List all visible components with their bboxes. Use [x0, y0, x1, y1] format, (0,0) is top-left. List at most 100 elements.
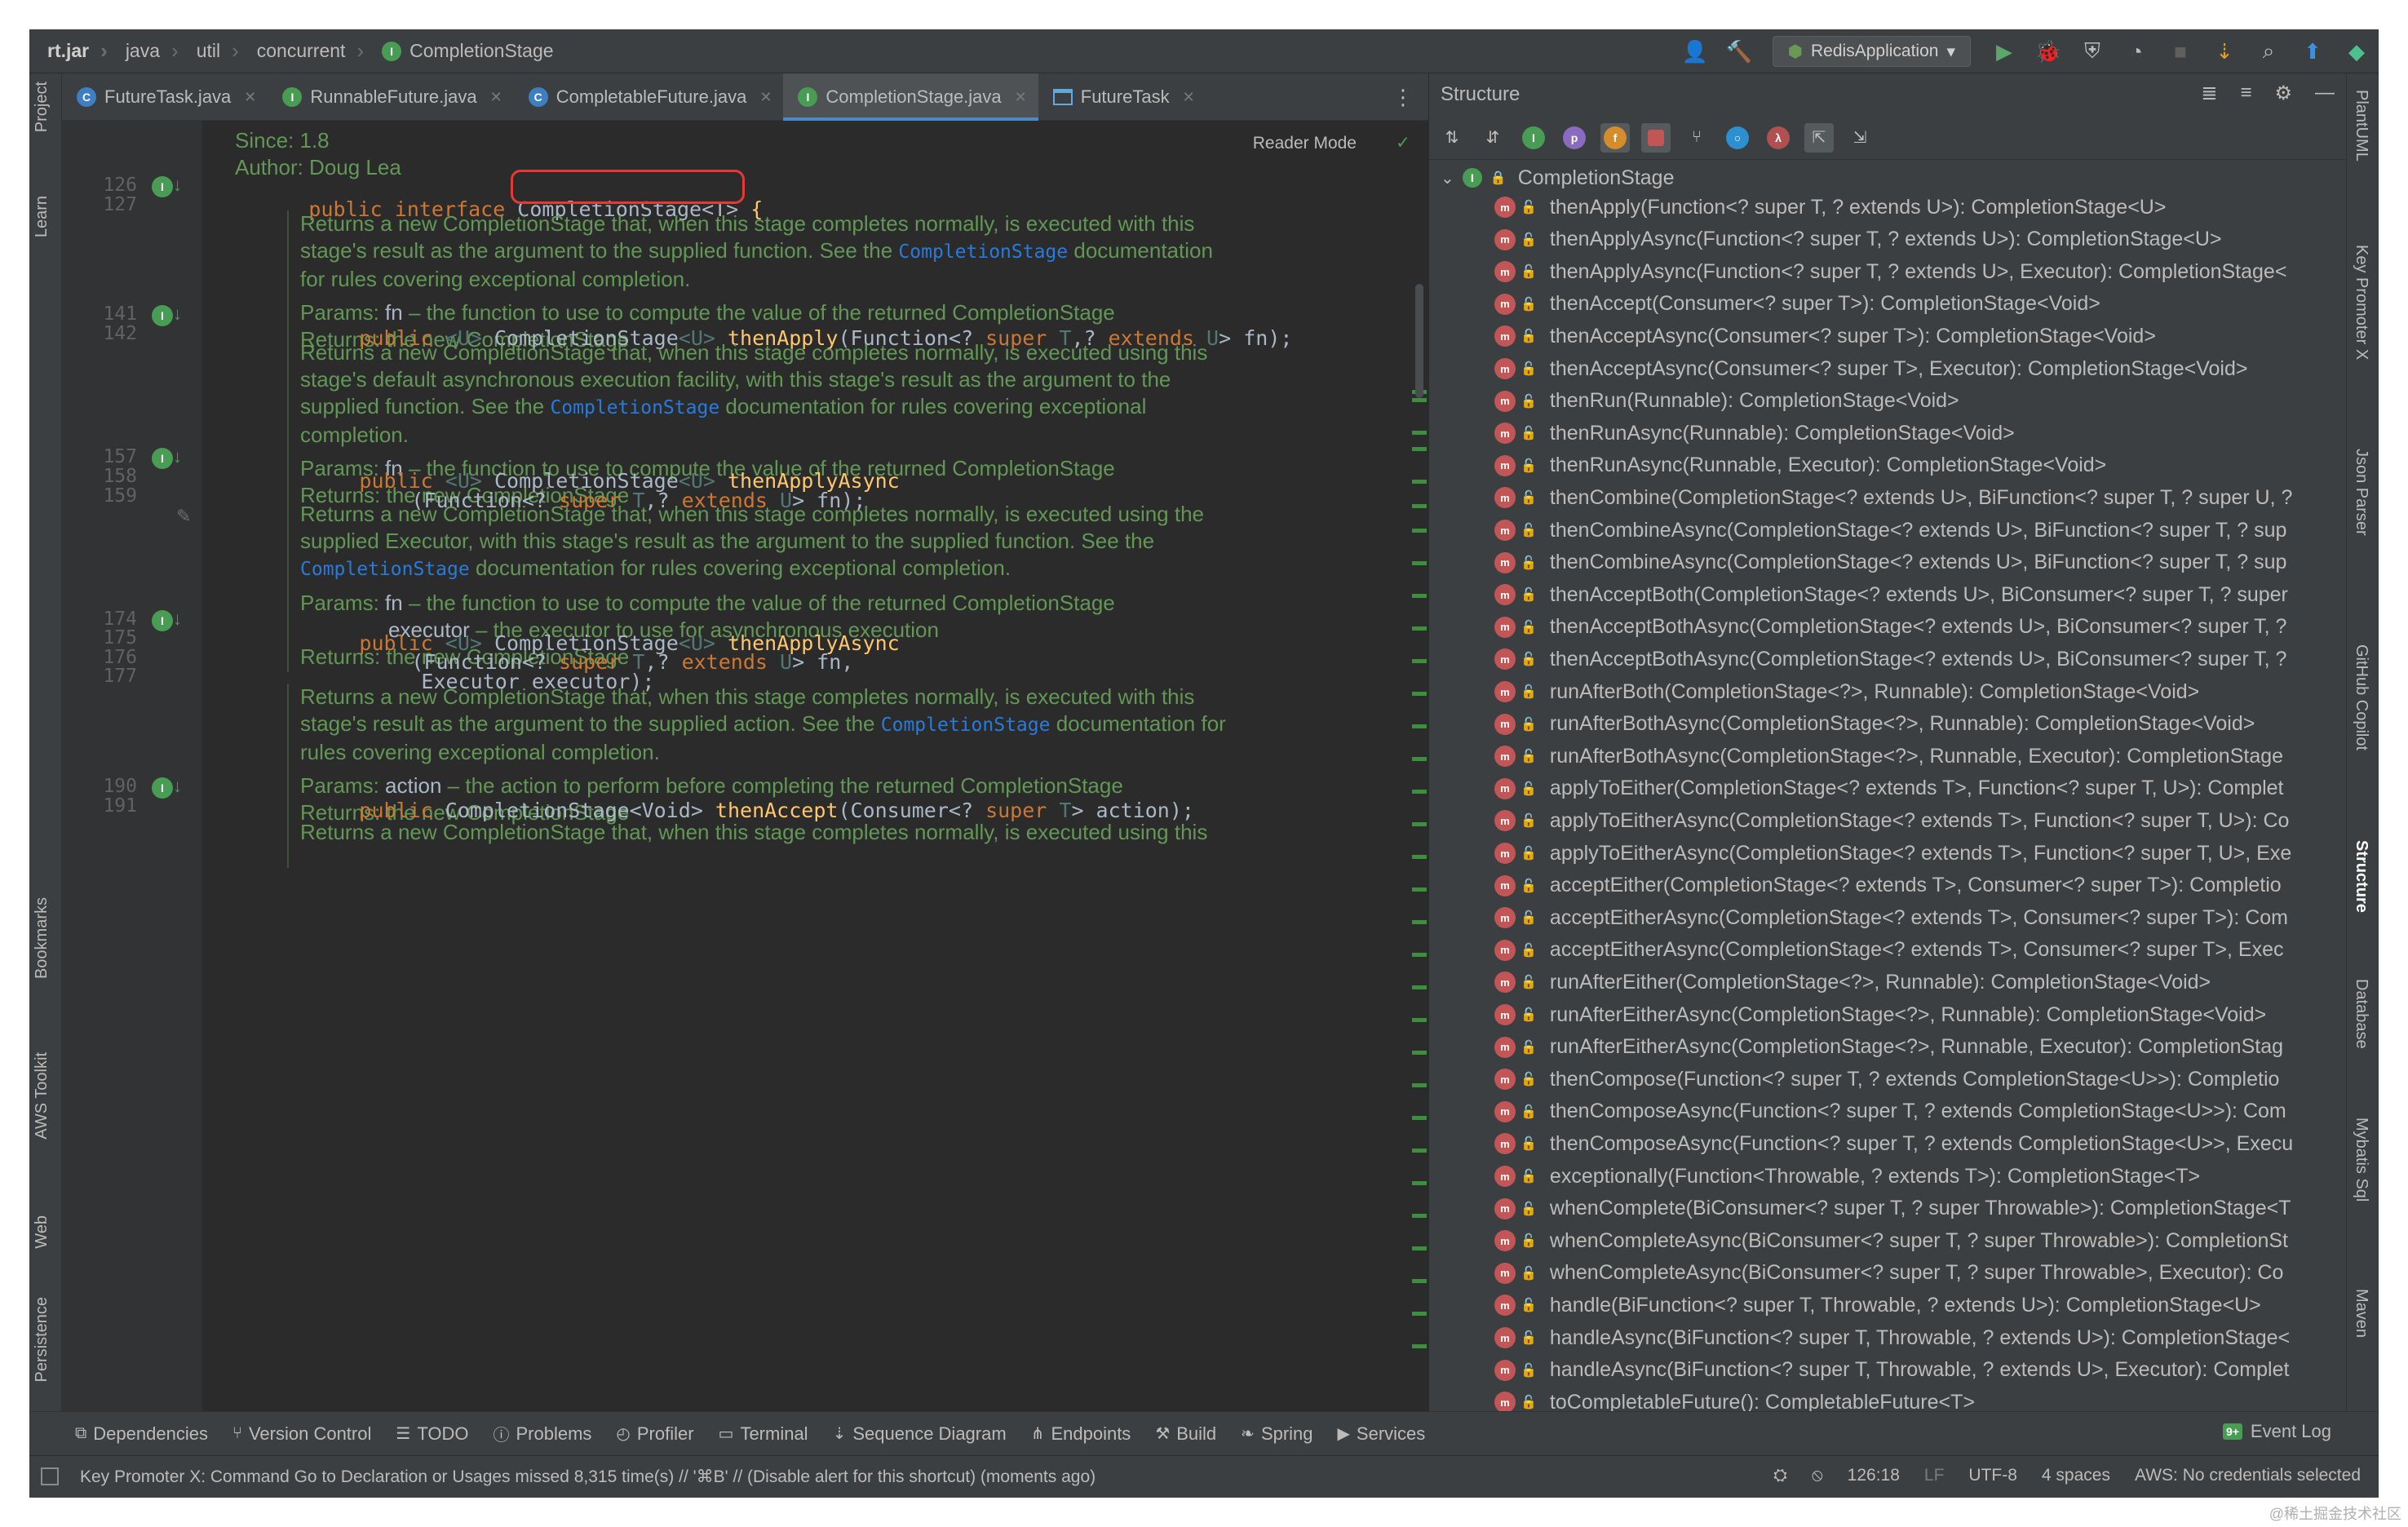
stripe-mark[interactable] — [1412, 1116, 1427, 1120]
structure-method-item[interactable]: m 🔓 thenApply(Function<? super T, ? extend… — [1494, 191, 2166, 224]
stripe-mark[interactable] — [1412, 1279, 1427, 1283]
show-anonymous-icon[interactable]: ○ — [1723, 123, 1752, 153]
stripe-mark[interactable] — [1412, 398, 1427, 402]
structure-method-item[interactable]: m 🔓 toCompletableFuture(): CompletableFutu… — [1494, 1386, 1975, 1411]
sort-visibility-icon[interactable]: ⇅ — [1437, 123, 1467, 153]
doc-link[interactable]: CompletionStage — [898, 241, 1068, 263]
structure-method-item[interactable]: m 🔓 thenApplyAsync(Function<? super T, ? e… — [1494, 224, 2222, 256]
stop-icon[interactable]: ■ — [2167, 38, 2194, 65]
user-icon[interactable]: 👤 — [1681, 38, 1709, 65]
structure-method-item[interactable]: m 🔓 whenComplete(BiConsumer<? super T, ? s… — [1494, 1193, 2291, 1225]
search-icon[interactable]: ⌕ — [2255, 38, 2282, 65]
tool-mybatis-sql[interactable]: Mybatis Sql — [2352, 1118, 2370, 1202]
stripe-mark[interactable] — [1412, 480, 1427, 484]
debug-icon[interactable]: 🐞 — [2034, 38, 2062, 65]
stripe-mark[interactable] — [1412, 855, 1427, 859]
structure-method-item[interactable]: m 🔓 thenComposeAsync(Function<? super T, ?… — [1494, 1095, 2286, 1128]
stripe-mark[interactable] — [1412, 757, 1427, 761]
tool-database[interactable]: Database — [2352, 979, 2370, 1049]
structure-method-item[interactable]: m 🔓 thenCombine(CompletionStage<? extends … — [1494, 481, 2292, 514]
structure-method-item[interactable]: m 🔓 exceptionally(Function<Throwable, ? ex… — [1494, 1160, 2200, 1193]
gear-icon[interactable]: ⚙ — [2274, 82, 2292, 105]
code-area[interactable]: Reader Mode ✓ Since: 1.8 Author: Doug Le… — [202, 121, 1428, 1411]
tool-key-promoter[interactable]: Key Promoter X — [2352, 245, 2370, 360]
structure-method-item[interactable]: m 🔓 applyToEither(CompletionStage<? extend… — [1494, 772, 2284, 805]
tool-github-copilot[interactable]: GitHub Copilot — [2352, 644, 2370, 750]
stripe-mark[interactable] — [1412, 822, 1427, 826]
stripe-mark[interactable] — [1412, 594, 1427, 598]
stripe-mark[interactable] — [1412, 953, 1427, 957]
stripe-mark[interactable] — [1412, 1312, 1427, 1316]
event-log-button[interactable]: 9+ Event Log — [2222, 1421, 2331, 1442]
tool-json-parser[interactable]: Json Parser — [2352, 449, 2370, 536]
toggle-tool-windows-icon[interactable] — [41, 1467, 59, 1485]
autoscroll-to-source-icon[interactable]: ⇱ — [1804, 122, 1834, 153]
expand-all-icon[interactable]: ≣ — [2201, 82, 2217, 105]
tool-version-control[interactable]: ⑂ Version Control — [232, 1423, 371, 1445]
aws-credentials[interactable]: AWS: No credentials selected — [2135, 1466, 2361, 1485]
doc-link[interactable]: CompletionStage — [550, 397, 719, 418]
line-separator[interactable]: LF — [1924, 1466, 1945, 1485]
structure-method-item[interactable]: m 🔓 thenComposeAsync(Function<? super T, ?… — [1494, 1127, 2293, 1160]
structure-method-item[interactable]: m 🔓 thenAcceptBoth(CompletionStage<? exten… — [1494, 578, 2288, 611]
show-lambda-icon[interactable]: λ — [1764, 123, 1793, 153]
stripe-mark[interactable] — [1412, 1149, 1427, 1153]
tool-project[interactable]: Project — [33, 82, 51, 132]
stripe-mark[interactable] — [1412, 1018, 1427, 1022]
doc-link[interactable]: CompletionStage — [881, 715, 1051, 736]
stripe-mark[interactable] — [1412, 1344, 1427, 1348]
structure-method-item[interactable]: m 🔓 acceptEitherAsync(CompletionStage<? ex… — [1494, 934, 2283, 967]
error-stripe[interactable] — [1410, 121, 1428, 1411]
hammer-icon[interactable]: 🔨 — [1725, 38, 1753, 65]
close-icon[interactable]: ✕ — [244, 89, 256, 106]
scrollbar-thumb[interactable] — [1415, 284, 1423, 398]
structure-method-item[interactable]: m 🔓 applyToEitherAsync(CompletionStage<? e… — [1494, 837, 2291, 870]
indent-setting[interactable]: 4 spaces — [2042, 1466, 2110, 1485]
breadcrumb-java[interactable]: java › — [108, 38, 179, 64]
structure-method-item[interactable]: m 🔓 thenCombineAsync(CompletionStage<? ext… — [1494, 514, 2286, 547]
tool-persistence[interactable]: Persistence — [33, 1297, 51, 1383]
chevron-down-icon[interactable]: ⌄ — [1441, 168, 1454, 188]
stripe-mark[interactable] — [1412, 561, 1427, 565]
close-icon[interactable]: ✕ — [490, 89, 502, 106]
tab-completionstage-java[interactable]: I CompletionStage.java ✕ — [783, 73, 1039, 121]
stripe-mark[interactable] — [1412, 659, 1427, 663]
reader-mode-toggle[interactable]: Reader Mode — [1253, 134, 1357, 153]
tool-problems[interactable]: ⓘ Problems — [493, 1422, 591, 1445]
tool-dependencies[interactable]: ⧉ Dependencies — [75, 1423, 208, 1445]
inspection-profile-icon[interactable]: ⛭ — [1773, 1466, 1787, 1485]
profile-icon[interactable]: ◔ — [2122, 38, 2150, 65]
close-icon[interactable]: ✕ — [1015, 89, 1027, 106]
show-fields-icon[interactable]: f — [1600, 122, 1630, 153]
tool-services[interactable]: ▶ Services — [1338, 1423, 1426, 1445]
structure-method-item[interactable]: m 🔓 whenCompleteAsync(BiConsumer<? super T… — [1494, 1224, 2288, 1257]
structure-method-item[interactable]: m 🔓 thenRunAsync(Runnable): CompletionStag… — [1494, 417, 2015, 449]
ide-update-icon[interactable]: ⬆ — [2299, 38, 2326, 65]
breadcrumb-util[interactable]: util › — [179, 38, 239, 64]
tool-learn[interactable]: Learn — [33, 196, 51, 237]
tool-web[interactable]: Web — [33, 1215, 51, 1249]
more-vertical-icon[interactable]: ⋮ — [1392, 85, 1414, 110]
stripe-mark[interactable] — [1412, 920, 1427, 924]
tool-todo[interactable]: ☰ TODO — [396, 1423, 468, 1445]
tool-terminal[interactable]: ▭ Terminal — [719, 1423, 808, 1445]
structure-method-item[interactable]: m 🔓 runAfterEitherAsync(CompletionStage<?>… — [1494, 998, 2266, 1031]
minimize-icon[interactable]: — — [2315, 82, 2335, 105]
show-inherited-icon[interactable]: I — [1519, 123, 1548, 153]
structure-method-item[interactable]: m 🔓 thenAccept(Consumer<? super T>): Compl… — [1494, 288, 2100, 321]
stripe-mark[interactable] — [1412, 790, 1427, 794]
implemented-method-icon[interactable]: I — [152, 610, 173, 631]
structure-method-item[interactable]: m 🔓 thenAcceptAsync(Consumer<? super T>): … — [1494, 320, 2156, 352]
vcs-update-icon[interactable]: ⇣ — [2211, 38, 2238, 65]
tree-root[interactable]: ⌄ I 🔒 CompletionStage — [1441, 163, 1674, 193]
structure-method-item[interactable]: m 🔓 applyToEitherAsync(CompletionStage<? e… — [1494, 804, 2289, 837]
show-non-public-icon[interactable] — [1641, 122, 1671, 153]
sort-alpha-icon[interactable]: ⇵ — [1478, 123, 1507, 153]
close-icon[interactable]: ✕ — [759, 89, 772, 106]
structure-method-item[interactable]: m 🔓 runAfterBothAsync(CompletionStage<?>, … — [1494, 708, 2255, 741]
stripe-mark[interactable] — [1412, 447, 1427, 451]
stripe-mark[interactable] — [1412, 1051, 1427, 1055]
tool-profiler[interactable]: ◴ Profiler — [616, 1423, 693, 1445]
stripe-mark[interactable] — [1412, 626, 1427, 631]
stripe-mark[interactable] — [1412, 431, 1427, 435]
